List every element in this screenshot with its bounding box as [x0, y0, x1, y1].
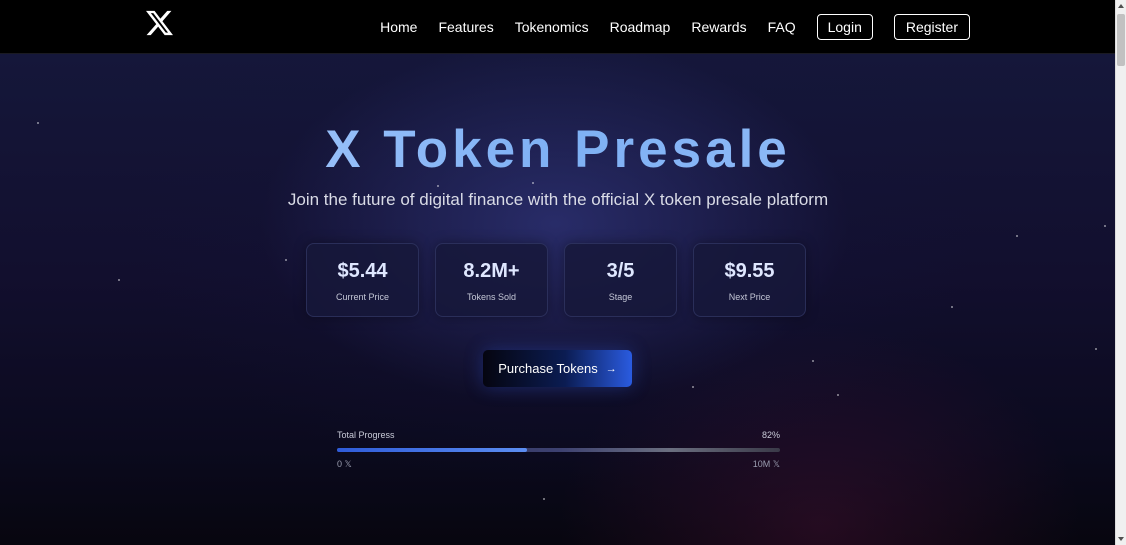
page-title: X Token Presale — [0, 119, 1116, 180]
stat-label: Current Price — [335, 292, 389, 302]
progress-section: Total Progress 82% 0 𝕏 10M 𝕏 — [337, 430, 780, 470]
star-decoration — [437, 185, 439, 187]
purchase-tokens-button[interactable]: Purchase Tokens → — [483, 350, 632, 387]
stat-card-next-price: $9.55 Next Price — [693, 243, 806, 317]
scroll-thumb[interactable] — [1117, 14, 1125, 66]
scrollbar[interactable] — [1115, 0, 1126, 545]
progress-bar — [337, 448, 780, 452]
register-button[interactable]: Register — [893, 13, 970, 40]
progress-bar-fill — [337, 448, 528, 452]
scroll-down-arrow-icon[interactable] — [1118, 537, 1124, 541]
star-decoration — [118, 279, 120, 281]
scroll-up-arrow-icon[interactable] — [1118, 4, 1124, 8]
star-decoration — [1095, 348, 1097, 350]
star-decoration — [837, 394, 839, 396]
stats-row: $5.44 Current Price 8.2M+ Tokens Sold 3/… — [306, 243, 806, 317]
stat-value: $5.44 — [337, 260, 388, 282]
hero-section: X Token Presale Join the future of digit… — [0, 54, 1116, 545]
progress-percent: 82% — [761, 430, 780, 440]
stat-value: 8.2M+ — [463, 260, 520, 282]
star-decoration — [532, 182, 534, 184]
nav-link-features[interactable]: Features — [438, 19, 493, 35]
star-decoration — [1104, 225, 1106, 227]
star-decoration — [692, 386, 694, 388]
nav-link-tokenomics[interactable]: Tokenomics — [515, 19, 589, 35]
star-decoration — [951, 306, 953, 308]
nav-link-home[interactable]: Home — [380, 19, 417, 35]
progress-max-label: 10M 𝕏 — [752, 459, 780, 469]
nav-link-rewards[interactable]: Rewards — [691, 19, 746, 35]
star-decoration — [812, 360, 814, 362]
x-logo-icon[interactable] — [146, 9, 173, 37]
nav-links: Home Features Tokenomics Roadmap Rewards… — [380, 0, 970, 53]
stat-label: Stage — [608, 292, 633, 302]
stat-card-current-price: $5.44 Current Price — [306, 243, 419, 317]
arrow-right-icon: → — [605, 362, 617, 375]
top-navbar: Home Features Tokenomics Roadmap Rewards… — [0, 0, 1116, 54]
progress-label: Total Progress — [337, 430, 395, 440]
stat-value: 3/5 — [606, 260, 635, 282]
login-button[interactable]: Login — [816, 13, 873, 40]
page-subtitle: Join the future of digital finance with … — [287, 190, 829, 209]
stat-card-stage: 3/5 Stage — [564, 243, 677, 317]
star-decoration — [1016, 235, 1018, 237]
purchase-tokens-label: Purchase Tokens — [498, 361, 598, 376]
star-decoration — [543, 498, 545, 500]
star-decoration — [285, 259, 287, 261]
stat-label: Tokens Sold — [466, 292, 517, 302]
nav-link-roadmap[interactable]: Roadmap — [610, 19, 671, 35]
progress-min-label: 0 𝕏 — [337, 459, 352, 469]
stat-value: $9.55 — [724, 260, 775, 282]
stat-card-tokens-sold: 8.2M+ Tokens Sold — [435, 243, 548, 317]
nav-link-faq[interactable]: FAQ — [768, 19, 796, 35]
stat-label: Next Price — [728, 292, 771, 302]
